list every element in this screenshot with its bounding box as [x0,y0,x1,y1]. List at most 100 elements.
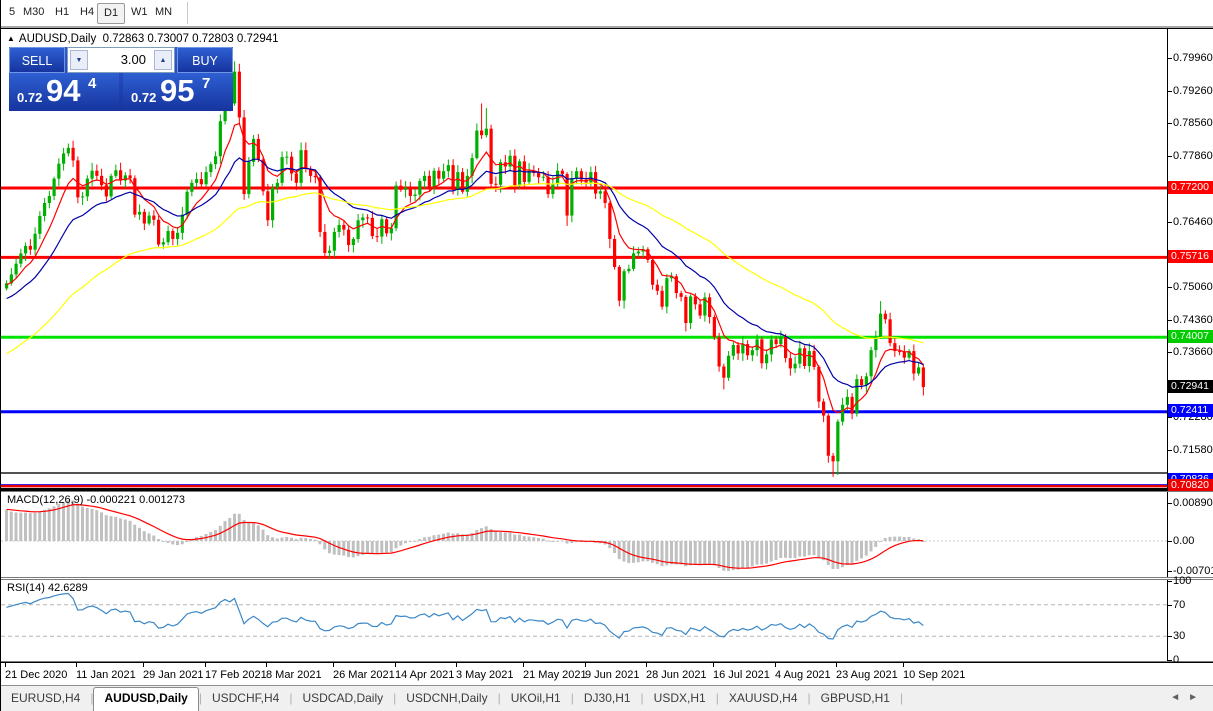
price-tick-mark [1167,123,1172,124]
ohlc-values: 0.72863 0.73007 0.72803 0.72941 [103,33,279,45]
timeframe-button-m30[interactable]: M30 [17,3,50,22]
macd-tick-mark [1167,541,1172,542]
date-label: 10 Sep 2021 [903,669,965,681]
timeframe-button-mn[interactable]: MN [149,3,178,22]
sell-price-pip: 4 [88,75,96,92]
date-axis: 21 Dec 2020 11 Jan 2021 29 Jan 202117 Feb … [1,662,1213,685]
price-tick-mark [1167,417,1172,418]
price-line-chip: 0.72411 [1168,404,1213,417]
timeframe-toolbar: 5M30H1H4D1W1MN [1,0,1213,28]
symbol-period-label: AUDUSD,Daily [19,33,96,45]
symbol-tab-xauusd-h4[interactable]: XAUUSD,H4 [719,688,808,709]
trading-platform-window: 5M30H1H4D1W1MN ▲ AUDUSD,Daily 0.72863 0.7… [0,0,1213,711]
symbol-tab-usdcnh-daily[interactable]: USDCNH,Daily [396,688,497,709]
volume-input[interactable]: 3.00 [92,48,150,72]
date-label: 11 Jan 2021 [76,669,136,681]
rsi-axis-label: 30 [1173,630,1185,642]
symbol-tab-usdx-h1[interactable]: USDX,H1 [644,688,716,709]
date-label: 16 Jul 2021 [713,669,770,681]
date-tick-mark [205,663,206,667]
price-tick-label: 0.77860 [1173,150,1213,162]
tab-scroll-left-icon[interactable]: ◄ [1170,692,1188,703]
date-tick-mark [646,663,647,667]
symbol-tab-usdcad-daily[interactable]: USDCAD,Daily [292,688,393,709]
price-tick-label: 0.79260 [1173,85,1213,97]
sell-button[interactable]: SELL [9,47,65,73]
price-tick-mark [1167,352,1172,353]
macd-tick-mark [1167,571,1172,572]
arrow-up-icon: ▲ [160,57,167,64]
symbol-tab-ukoil-h1[interactable]: UKOil,H1 [501,688,571,709]
price-tick-mark [1167,156,1172,157]
date-tick-mark [903,663,904,667]
date-tick-mark [836,663,837,667]
price-tick-mark [1167,450,1172,451]
buy-price-prefix: 0.72 [131,90,156,105]
tab-scroll-right-icon[interactable]: ► [1188,692,1206,703]
rsi-panel[interactable]: RSI(14) 42.6289 10070300 [1,579,1213,662]
toolbar-separator [187,2,188,24]
macd-label: MACD(12,26,9) -0.000221 0.001273 [7,494,185,506]
buy-price[interactable]: 0.72 95 7 [123,73,233,111]
price-tick-label: 0.75060 [1173,281,1213,293]
rsi-tick-mark [1167,636,1172,637]
price-line-chip: 0.74007 [1168,330,1213,343]
arrow-down-icon: ▼ [76,57,83,64]
date-tick-mark [775,663,776,667]
rsi-chart [1,580,1167,661]
buy-button[interactable]: BUY [177,47,233,73]
date-label: 29 Jan 2021 [143,669,204,681]
price-tick-mark [1167,222,1172,223]
symbol-tab-bar: EURUSD,H4|AUDUSD,Daily|USDCHF,H4|USDCAD,… [1,685,1213,711]
price-tick-label: 0.79960 [1173,52,1213,64]
price-tick-mark [1167,91,1172,92]
symbol-tab-gbpusd-h1[interactable]: GBPUSD,H1 [811,688,900,709]
main-chart-window[interactable]: ▲ AUDUSD,Daily 0.72863 0.73007 0.72803 0.… [1,28,1213,490]
date-tick-mark [5,663,6,667]
symbol-tab-eurusd-h4[interactable]: EURUSD,H4 [1,688,90,709]
macd-axis-label: 0.008904 [1173,497,1213,509]
sell-price-prefix: 0.72 [17,90,42,105]
date-label: 21 Dec 2020 [5,669,67,681]
price-line-chip: 0.72941 [1168,380,1213,393]
price-tick-label: 0.74360 [1173,314,1213,326]
price-tick-label: 0.78560 [1173,117,1213,129]
date-tick-mark [266,663,267,667]
volume-decrease-button[interactable]: ▼ [70,50,88,70]
macd-panel[interactable]: MACD(12,26,9) -0.000221 0.001273 0.00890… [1,491,1213,578]
date-label: 26 Mar 2021 [333,669,395,681]
volume-spinner: ▼ 3.00 ▲ [67,47,175,73]
symbol-tab-dj30-h1[interactable]: DJ30,H1 [574,688,641,709]
date-tick-mark [585,663,586,667]
symbol-tab-audusd-daily[interactable]: AUDUSD,Daily [93,687,198,711]
buy-price-pip: 7 [202,75,210,92]
date-tick-mark [333,663,334,667]
date-label: 3 May 2021 [456,669,513,681]
date-label: 17 Feb 2021 [205,669,267,681]
symbol-tab-usdchf-h4[interactable]: USDCHF,H4 [202,688,289,709]
date-label: 23 Aug 2021 [836,669,898,681]
sell-price[interactable]: 0.72 94 4 [9,73,119,111]
date-tick-mark [395,663,396,667]
price-line-chip: 0.75716 [1168,250,1213,263]
price-tick-label: 0.73660 [1173,346,1213,358]
date-label: 21 May 2021 [523,669,587,681]
timeframe-button-d1[interactable]: D1 [97,3,125,24]
tab-separator: | [900,688,903,709]
macd-axis-label: 0.00 [1173,535,1194,547]
chart-title: ▲ AUDUSD,Daily 0.72863 0.73007 0.72803 0.… [7,33,279,45]
collapse-triangle-icon[interactable]: ▲ [7,34,15,43]
date-tick-mark [456,663,457,667]
macd-tick-mark [1167,503,1172,504]
macd-axis-divider [1167,492,1168,577]
date-tick-mark [143,663,144,667]
rsi-axis-divider [1167,580,1168,661]
price-tick-label: 0.76460 [1173,216,1213,228]
date-label: 9 Jun 2021 [585,669,639,681]
date-label: 14 Apr 2021 [395,669,454,681]
date-label: 4 Aug 2021 [775,669,831,681]
volume-increase-button[interactable]: ▲ [154,50,172,70]
one-click-trade-panel: SELL ▼ 3.00 ▲ BUY 0.72 94 4 0.72 95 7 [9,47,233,111]
timeframe-button-h1[interactable]: H1 [49,3,75,22]
tab-scroll-arrows: ◄► [1170,692,1206,703]
